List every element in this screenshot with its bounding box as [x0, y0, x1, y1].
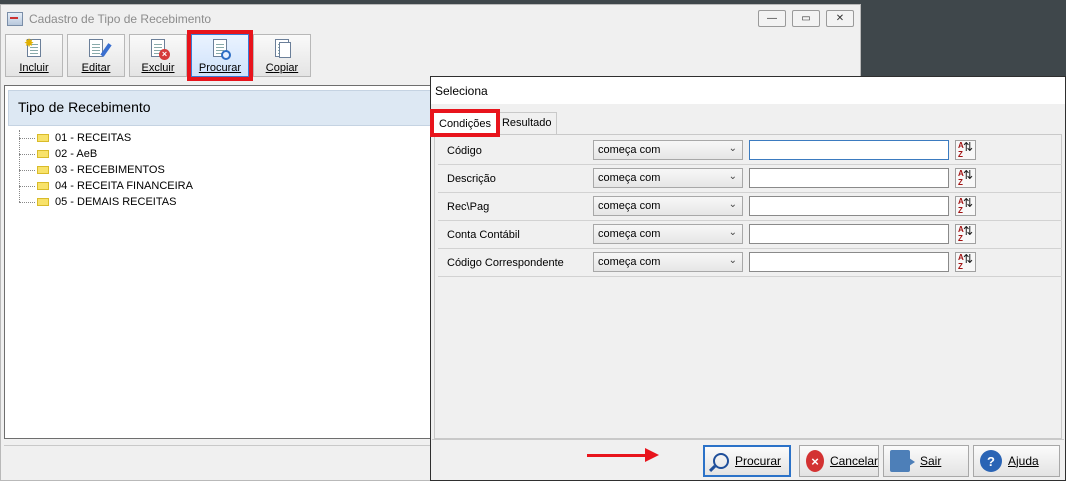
tab-resultado[interactable]: Resultado	[496, 112, 557, 134]
tree-item-label: 05 - DEMAIS RECEITAS	[55, 196, 177, 208]
exit-button-label: Sair	[920, 454, 942, 468]
conditions-panel: Código começa com ⌄ A Z ⇅ Descrição começa …	[434, 134, 1062, 439]
chevron-down-icon: ⌄	[728, 199, 737, 210]
tree-item-label: 01 - RECEITAS	[55, 132, 132, 144]
toolbar: ✸ Incluir Editar × Excluir Procurar Copi…	[3, 30, 311, 81]
folder-icon	[37, 150, 49, 158]
condition-row: Código Correspondente começa com ⌄ A Z ⇅	[438, 249, 1062, 277]
condition-row: Descrição começa com ⌄ A Z ⇅	[438, 165, 1062, 193]
chevron-down-icon: ⌄	[728, 255, 737, 266]
operator-select[interactable]: começa com ⌄	[593, 252, 743, 272]
dialog-footer: Procurar × Cancelar Sair ? Ajuda	[432, 439, 1064, 479]
condition-label: Rec\Pag	[447, 201, 490, 213]
delete-document-icon: ×	[148, 38, 170, 60]
condition-value-input[interactable]	[749, 252, 949, 272]
tab-condicoes[interactable]: Condições	[430, 109, 500, 137]
condition-value-input[interactable]	[749, 140, 949, 160]
sort-order-button[interactable]: A Z ⇅	[955, 196, 976, 216]
help-button-label: Ajuda	[1008, 454, 1039, 468]
incluir-button[interactable]: ✸ Incluir	[5, 34, 63, 77]
condition-value-input[interactable]	[749, 224, 949, 244]
excluir-label: Excluir	[141, 62, 175, 74]
red-arrow-annotation	[587, 454, 647, 457]
dialog-title: Seleciona	[431, 77, 1065, 104]
cancel-button-label: Cancelar	[829, 454, 878, 468]
help-icon: ?	[980, 450, 1002, 472]
tree-item-label: 03 - RECEBIMENTOS	[55, 164, 165, 176]
procurar-button[interactable]: Procurar	[703, 445, 791, 477]
search-dialog: Seleciona Condições Resultado Código com…	[430, 76, 1066, 481]
copiar-label: Copiar	[265, 62, 299, 74]
edit-document-icon	[86, 38, 112, 60]
chevron-down-icon: ⌄	[728, 227, 737, 238]
sort-arrow-icon: ⇅	[962, 168, 973, 182]
red-arrow-head	[645, 448, 659, 462]
main-window-title: Cadastro de Tipo de Recebimento	[29, 12, 212, 26]
sort-order-button[interactable]: A Z ⇅	[955, 252, 976, 272]
excluir-button[interactable]: × Excluir	[129, 34, 187, 77]
condition-row: Rec\Pag começa com ⌄ A Z ⇅	[438, 193, 1062, 221]
editar-label: Editar	[81, 62, 111, 74]
condition-row: Código começa com ⌄ A Z ⇅	[438, 137, 1062, 165]
folder-icon	[37, 134, 49, 142]
minimize-button[interactable]: —	[758, 10, 786, 27]
sort-arrow-icon: ⇅	[962, 140, 973, 154]
operator-select[interactable]: começa com ⌄	[593, 140, 743, 160]
sort-arrow-icon: ⇅	[962, 252, 973, 266]
tree-item-label: 02 - AeB	[55, 148, 98, 160]
app-icon	[7, 12, 23, 26]
folder-icon	[37, 198, 49, 206]
condition-value-input[interactable]	[749, 196, 949, 216]
condition-label: Conta Contábil	[447, 229, 520, 241]
operator-select[interactable]: começa com ⌄	[593, 196, 743, 216]
operator-value: começa com	[598, 200, 661, 212]
exit-button[interactable]: Sair	[883, 445, 969, 477]
sort-arrow-icon: ⇅	[962, 224, 973, 238]
condition-value-input[interactable]	[749, 168, 949, 188]
new-document-icon: ✸	[24, 36, 44, 60]
cancel-icon: ×	[806, 450, 824, 472]
condition-label: Código	[447, 145, 482, 157]
condition-label: Descrição	[447, 173, 496, 185]
condition-label: Código Correspondente	[447, 257, 564, 269]
operator-select[interactable]: começa com ⌄	[593, 224, 743, 244]
chevron-down-icon: ⌄	[728, 171, 737, 182]
restore-button[interactable]: ▭	[792, 10, 820, 27]
operator-value: começa com	[598, 256, 661, 268]
copiar-button[interactable]: Copiar	[253, 34, 311, 77]
procurar-toolbar-button[interactable]: Procurar	[187, 30, 253, 81]
search-icon	[713, 453, 729, 469]
incluir-label: Incluir	[19, 62, 49, 74]
condition-row: Conta Contábil começa com ⌄ A Z ⇅	[438, 221, 1062, 249]
sort-order-button[interactable]: A Z ⇅	[955, 140, 976, 160]
cancel-button[interactable]: × Cancelar	[799, 445, 879, 477]
operator-value: começa com	[598, 228, 661, 240]
chevron-down-icon: ⌄	[728, 143, 737, 154]
folder-icon	[37, 182, 49, 190]
editar-button[interactable]: Editar	[67, 34, 125, 77]
folder-icon	[37, 166, 49, 174]
tree-item-label: 04 - RECEITA FINANCEIRA	[55, 180, 193, 192]
copy-document-icon	[272, 38, 292, 60]
operator-value: começa com	[598, 144, 661, 156]
dialog-tabs: Condições Resultado	[430, 109, 557, 137]
search-document-icon	[210, 38, 231, 60]
help-button[interactable]: ? Ajuda	[973, 445, 1060, 477]
close-button[interactable]: ✕	[826, 10, 854, 27]
sort-order-button[interactable]: A Z ⇅	[955, 168, 976, 188]
procurar-label: Procurar	[198, 62, 242, 74]
sort-arrow-icon: ⇅	[962, 196, 973, 210]
exit-door-icon	[890, 450, 915, 472]
operator-value: começa com	[598, 172, 661, 184]
operator-select[interactable]: começa com ⌄	[593, 168, 743, 188]
procurar-button-label: Procurar	[735, 454, 782, 468]
main-titlebar: Cadastro de Tipo de Recebimento — ▭ ✕	[1, 5, 860, 33]
sort-order-button[interactable]: A Z ⇅	[955, 224, 976, 244]
